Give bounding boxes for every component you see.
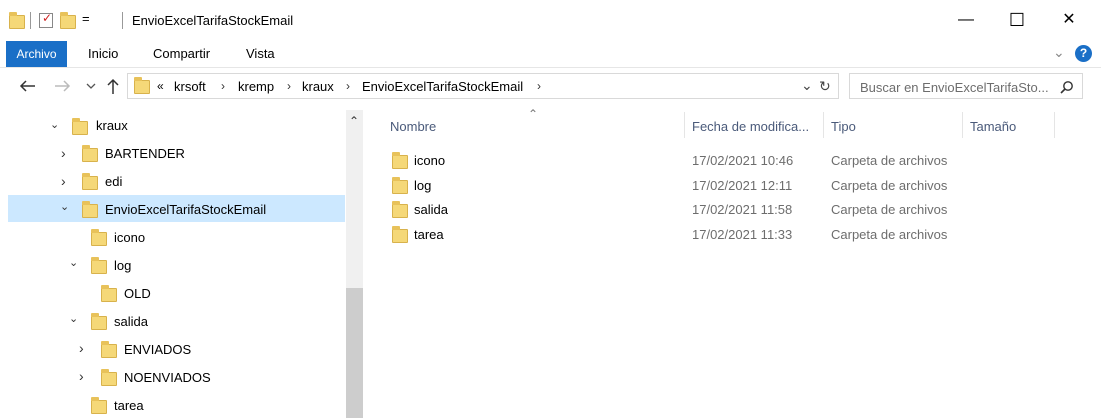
- file-type: Carpeta de archivos: [831, 227, 948, 242]
- column-header-nombre[interactable]: Nombre: [390, 119, 436, 134]
- tree-item-enviados[interactable]: ENVIADOS: [124, 342, 191, 357]
- file-name[interactable]: tarea: [414, 227, 444, 242]
- tab-inicio[interactable]: Inicio: [88, 46, 118, 61]
- column-divider[interactable]: [684, 112, 685, 138]
- folder-icon: [392, 152, 408, 169]
- window-title: EnvioExcelTarifaStockEmail: [132, 13, 294, 28]
- folder-icon: [91, 229, 107, 246]
- column-divider[interactable]: [962, 112, 963, 138]
- tree-item-log[interactable]: log: [114, 258, 131, 273]
- window-folder-icon: [9, 12, 25, 29]
- tab-compartir[interactable]: Compartir: [153, 46, 210, 61]
- tree-item-old[interactable]: OLD: [124, 286, 151, 301]
- tree-expand-chevron-icon[interactable]: ⌄: [50, 118, 59, 131]
- folder-icon: [101, 285, 117, 302]
- tree-expand-chevron-icon[interactable]: ⌄: [69, 312, 78, 325]
- file-date: 17/02/2021 11:33: [692, 227, 793, 242]
- tree-item-edi[interactable]: edi: [105, 174, 122, 189]
- breadcrumb-separator[interactable]: ›: [537, 79, 541, 93]
- sort-ascending-icon: ⌃: [528, 107, 539, 121]
- up-arrow-icon[interactable]: [106, 77, 120, 95]
- tab-archivo[interactable]: Archivo: [6, 41, 67, 67]
- tree-item-envioexceltarifastockemail[interactable]: EnvioExcelTarifaStockEmail: [105, 202, 266, 217]
- address-dropdown-icon[interactable]: ⌄: [801, 77, 813, 94]
- tree-collapse-chevron-icon[interactable]: ›: [61, 145, 66, 161]
- column-divider[interactable]: [823, 112, 824, 138]
- toolbar-divider: [30, 12, 31, 29]
- breadcrumb-separator[interactable]: ›: [346, 79, 350, 93]
- minimize-button[interactable]: —: [943, 0, 989, 40]
- file-date: 17/02/2021 11:58: [692, 202, 793, 217]
- file-type: Carpeta de archivos: [831, 202, 948, 217]
- qat-dropdown-icon[interactable]: =: [82, 11, 90, 26]
- file-name[interactable]: log: [414, 178, 431, 193]
- tree-item-bartender[interactable]: BARTENDER: [105, 146, 185, 161]
- folder-icon: [82, 145, 98, 162]
- file-name[interactable]: icono: [414, 153, 445, 168]
- properties-check-icon[interactable]: ✓: [39, 11, 53, 28]
- folder-icon: [101, 369, 117, 386]
- forward-arrow-icon[interactable]: [54, 79, 72, 93]
- tree-item-icono[interactable]: icono: [114, 230, 145, 245]
- breadcrumb-krsoft[interactable]: krsoft: [174, 79, 206, 94]
- tree-collapse-chevron-icon[interactable]: ›: [79, 368, 84, 384]
- folder-icon: [392, 226, 408, 243]
- folder-icon: [91, 257, 107, 274]
- breadcrumb-separator[interactable]: ›: [287, 79, 291, 93]
- breadcrumb-separator[interactable]: ›: [221, 79, 225, 93]
- column-header-fecha[interactable]: Fecha de modifica...: [692, 119, 809, 134]
- close-button[interactable]: ✕: [1046, 0, 1092, 40]
- folder-icon: [392, 201, 408, 218]
- breadcrumb-kremp[interactable]: kremp: [238, 79, 274, 94]
- folder-icon: [72, 118, 88, 135]
- tab-vista[interactable]: Vista: [246, 46, 275, 61]
- title-divider: [122, 12, 123, 29]
- tree-expand-chevron-icon[interactable]: ⌄: [69, 256, 78, 269]
- folder-icon: [82, 201, 98, 218]
- tree-collapse-chevron-icon[interactable]: ›: [61, 173, 66, 189]
- file-date: 17/02/2021 12:11: [692, 178, 793, 193]
- search-icon[interactable]: [1060, 80, 1074, 94]
- new-folder-icon[interactable]: [60, 12, 76, 29]
- folder-icon: [82, 173, 98, 190]
- refresh-icon[interactable]: ↻: [819, 78, 831, 95]
- file-type: Carpeta de archivos: [831, 153, 948, 168]
- scroll-up-icon[interactable]: ⌃: [349, 114, 359, 128]
- folder-icon: [91, 313, 107, 330]
- help-icon[interactable]: ?: [1075, 45, 1092, 62]
- tree-item-noenviados[interactable]: NOENVIADOS: [124, 370, 211, 385]
- file-type: Carpeta de archivos: [831, 178, 948, 193]
- tree-item-kraux[interactable]: kraux: [96, 118, 128, 133]
- address-folder-icon: [134, 77, 150, 94]
- breadcrumb-envioexceltarifastockemail[interactable]: EnvioExcelTarifaStockEmail: [362, 79, 523, 94]
- maximize-button[interactable]: ☐: [994, 0, 1040, 40]
- tree-collapse-chevron-icon[interactable]: ›: [79, 340, 84, 356]
- folder-icon: [392, 177, 408, 194]
- address-overflow-icon[interactable]: «: [157, 79, 164, 93]
- folder-icon: [91, 397, 107, 414]
- search-placeholder: Buscar en EnvioExcelTarifaSto...: [860, 80, 1049, 95]
- column-divider[interactable]: [1054, 112, 1055, 138]
- file-name[interactable]: salida: [414, 202, 448, 217]
- column-header-tamano[interactable]: Tamaño: [970, 119, 1016, 134]
- back-arrow-icon[interactable]: [18, 79, 36, 93]
- recent-locations-chevron-icon[interactable]: [86, 83, 96, 90]
- tree-item-tarea[interactable]: tarea: [114, 398, 144, 413]
- breadcrumb-kraux[interactable]: kraux: [302, 79, 334, 94]
- folder-icon: [101, 341, 117, 358]
- tree-item-salida[interactable]: salida: [114, 314, 148, 329]
- column-header-tipo[interactable]: Tipo: [831, 119, 856, 134]
- file-date: 17/02/2021 10:46: [692, 153, 794, 168]
- tree-expand-chevron-icon[interactable]: ⌄: [60, 200, 69, 213]
- expand-ribbon-icon[interactable]: ⌄: [1053, 44, 1065, 61]
- navigation-scrollbar-thumb[interactable]: [346, 288, 363, 418]
